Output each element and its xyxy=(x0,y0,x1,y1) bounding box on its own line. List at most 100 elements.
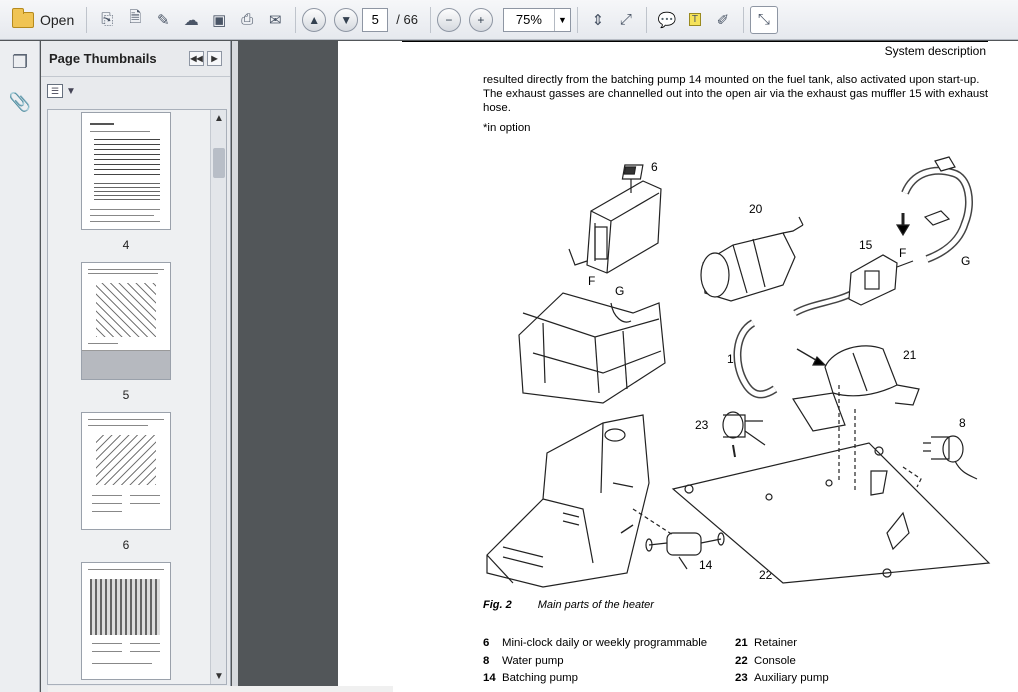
vehicle-frame xyxy=(518,292,666,404)
separator xyxy=(429,6,431,33)
edit-pdf-icon: 🗎 xyxy=(129,9,142,26)
legend-text: Water pump xyxy=(502,654,564,667)
legend-text: Retainer xyxy=(754,637,798,649)
next-page-button[interactable]: ▼ xyxy=(334,7,359,32)
label-F-left: F xyxy=(588,274,595,288)
collapse-panel-button[interactable]: ◀◀ xyxy=(189,51,204,66)
legend-item: 23 Auxiliary pump xyxy=(735,670,829,688)
separator xyxy=(645,6,647,33)
thumbnail-page-4[interactable]: 4 xyxy=(78,112,174,252)
zoom-select[interactable]: 75% ▼ xyxy=(502,7,571,32)
expand-icon: ⤡ xyxy=(757,11,770,28)
plus-icon: + xyxy=(477,12,485,27)
fit-page-button[interactable]: ⇕ xyxy=(584,6,612,34)
water-hose-18-inner xyxy=(734,320,777,397)
cloud-upload-icon: ☁ xyxy=(183,11,199,29)
horizontal-scrollbar[interactable] xyxy=(48,686,393,692)
caption-number: Fig. 2 xyxy=(483,599,512,611)
highlight-text-icon: T xyxy=(688,13,701,26)
panel-options[interactable]: ☰ ▼ xyxy=(41,77,230,105)
upload-button[interactable]: ☁ xyxy=(177,6,205,34)
zoom-out-button[interactable]: − xyxy=(436,7,461,32)
thumbnail-image xyxy=(81,262,171,380)
legend-text: Console xyxy=(754,654,796,667)
scrollbar-thumb[interactable] xyxy=(213,148,225,178)
paperclip-icon[interactable]: 📎 xyxy=(8,89,32,115)
label-15: 15 xyxy=(859,238,873,252)
create-pdf-icon: ⎘ xyxy=(101,11,114,28)
fuel-tank xyxy=(486,414,650,588)
expand-panel-button[interactable]: ▶ xyxy=(207,51,222,66)
create-pdf-button[interactable]: ⎘ xyxy=(93,6,121,34)
fit-width-icon: ⤢ xyxy=(619,11,632,28)
comment-button[interactable]: 💬 xyxy=(653,6,681,34)
label-14: 14 xyxy=(699,558,713,572)
page-thumbnails-icon[interactable]: ❐ xyxy=(8,49,32,75)
envelope-icon: ✉ xyxy=(268,11,282,29)
thumbnail-page-7[interactable] xyxy=(78,562,174,684)
thumbnail-page-6[interactable]: 6 xyxy=(78,412,174,552)
separator xyxy=(295,6,297,33)
exhaust-hose-inner xyxy=(794,291,854,315)
highlight-button[interactable]: T xyxy=(681,6,709,34)
open-button[interactable]: Open xyxy=(6,6,80,34)
scroll-up-icon[interactable]: ▲ xyxy=(211,110,226,126)
save-icon: ▣ xyxy=(212,11,227,29)
arrow-head xyxy=(812,355,827,366)
scroll-down-icon[interactable]: ▼ xyxy=(211,668,226,684)
page-number-input[interactable]: 5 xyxy=(362,7,389,32)
auxiliary-pump xyxy=(722,411,766,458)
print-button[interactable]: ⎙ xyxy=(233,6,261,34)
save-button[interactable]: ▣ xyxy=(205,6,233,34)
thumbnail-label: 4 xyxy=(122,238,130,252)
document-page: System description resulted directly fro… xyxy=(338,41,1018,692)
panel-header: Page Thumbnails ◀◀ ▶ xyxy=(41,41,230,77)
thumbnail-image xyxy=(81,562,171,680)
draw-button[interactable]: ✐ xyxy=(709,6,737,34)
full-screen-button[interactable]: ⤡ xyxy=(749,5,778,34)
email-button[interactable]: ✉ xyxy=(261,6,289,34)
heater-unit xyxy=(700,216,804,302)
thumbnail-image xyxy=(81,412,171,530)
toolbar: Open ⎘ 🗎 ✎ ☁ ▣ ⎙ ✉ ▲ ▼ 5 / 66 − + 75% ▼ … xyxy=(0,0,1018,40)
legend-number: 6 xyxy=(483,637,490,649)
speech-bubble-icon: 💬 xyxy=(657,11,677,29)
zoom-in-button[interactable]: + xyxy=(468,7,493,32)
label-G-right: G xyxy=(961,254,970,268)
legend-number: 8 xyxy=(483,654,490,667)
caption-text: Main parts of the heater xyxy=(537,599,654,611)
edit-pdf-button[interactable]: 🗎 xyxy=(121,6,149,34)
separator xyxy=(86,6,88,33)
printer-icon: ⎙ xyxy=(241,11,254,28)
legend-number: 21 xyxy=(735,637,748,649)
mounting-bracket xyxy=(568,180,662,274)
legend-item: 21 Retainer xyxy=(735,635,829,653)
chevron-down-icon: ▼ xyxy=(553,8,570,31)
label-6: 6 xyxy=(651,160,658,174)
chevron-down-icon: ▼ xyxy=(66,85,76,97)
fit-width-button[interactable]: ⤢ xyxy=(612,6,640,34)
label-8: 8 xyxy=(959,416,966,430)
fill-sign-button[interactable]: ✎ xyxy=(149,6,177,34)
separator xyxy=(576,6,578,33)
label-G-left: G xyxy=(615,284,624,298)
thumbnail-scrollbar[interactable]: ▲ ▼ xyxy=(210,110,226,684)
arrow-down-icon: ▼ xyxy=(340,12,353,27)
exhaust-muffler xyxy=(848,254,914,306)
thumbnail-page-5[interactable]: 5 xyxy=(78,262,174,402)
pencil-icon: ✐ xyxy=(716,11,730,29)
legend-text: Mini-clock daily or weekly programmable xyxy=(502,637,708,649)
header-rule xyxy=(402,41,988,42)
thumbnail-image xyxy=(81,112,171,230)
page-header: System description xyxy=(884,44,986,58)
navigation-rail: ❐ 📎 xyxy=(0,41,40,692)
zoom-value: 75% xyxy=(515,12,542,27)
thumbnail-label: 6 xyxy=(122,538,130,552)
water-pump xyxy=(923,435,978,480)
thumbnail-list[interactable]: 4 5 6 ▲ ▼ xyxy=(47,109,227,685)
label-20: 20 xyxy=(749,202,763,216)
legend-item: 6 Mini-clock daily or weekly programmable xyxy=(483,635,707,653)
retainer xyxy=(792,345,920,432)
thumbnail-label: 5 xyxy=(122,388,130,402)
previous-page-button[interactable]: ▲ xyxy=(302,7,327,32)
